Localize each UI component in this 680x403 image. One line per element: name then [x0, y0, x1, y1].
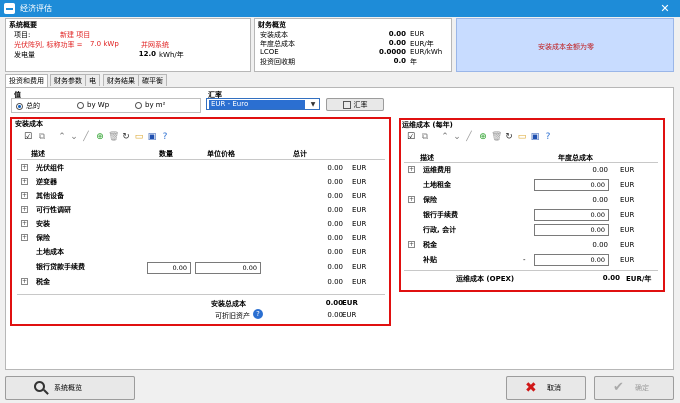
zero-cost-warning: 安装成本金额为零 — [538, 43, 594, 51]
radio-total[interactable]: 总的 — [16, 101, 40, 111]
financial-overview-heading: 财务概览 — [258, 21, 286, 29]
grid-system-label: 并网系统 — [141, 41, 169, 49]
financial-overview-panel: 财务概览 安装成本 0.00 EUR 年度总成本 0.00 EUR/年 LCOE… — [254, 18, 452, 72]
window-title: 经济评估 — [20, 4, 52, 13]
tab-investment[interactable]: 投资和费用 — [5, 74, 48, 87]
system-summary-heading: 系统概要 — [9, 21, 37, 29]
tab-electricity[interactable]: 电 — [85, 74, 100, 86]
pv-array-label: 光伏阵列, 标称功率 = — [14, 41, 83, 49]
ok-button[interactable]: ✔ 确定 — [594, 376, 674, 400]
check-icon: ✔ — [613, 380, 624, 395]
app-icon — [4, 3, 15, 14]
radio-by-m2[interactable]: by m² — [135, 101, 165, 109]
close-icon[interactable]: ✕ — [656, 0, 674, 17]
tab-financial-params[interactable]: 财务参数 — [50, 74, 86, 86]
currency-group: 汇率 EUR - Euro ▼ 汇率 — [206, 90, 386, 114]
calculator-icon — [342, 101, 351, 109]
warning-panel: 安装成本金额为零 — [456, 18, 674, 72]
project-label: 项目: — [14, 31, 31, 39]
cancel-button[interactable]: ✖ 取消 — [506, 376, 586, 400]
install-highlight-frame — [10, 117, 391, 326]
energy-value: 12.0 — [138, 50, 156, 58]
project-value: 新建 项目 — [60, 31, 91, 39]
energy-unit: kWh/年 — [159, 51, 184, 59]
tab-carbon-balance[interactable]: 碳平衡 — [138, 74, 167, 86]
pv-array-value: 7.0 kWp — [90, 40, 119, 48]
system-summary-panel: 系统概要 项目: 新建 项目 光伏阵列, 标称功率 = 7.0 kWp 并网系统… — [5, 18, 251, 72]
exchange-rate-button[interactable]: 汇率 — [326, 98, 384, 111]
radio-by-wp[interactable]: by Wp — [77, 101, 109, 109]
currency-selected: EUR - Euro — [209, 100, 305, 109]
currency-select[interactable]: EUR - Euro ▼ — [206, 98, 320, 110]
values-group: 值 总的 by Wp by m² — [11, 90, 201, 114]
title-bar: 经济评估 ✕ — [0, 0, 680, 17]
close-icon: ✖ — [525, 380, 537, 396]
tab-financial-results[interactable]: 财务结果 — [103, 74, 139, 86]
energy-label: 发电量 — [14, 51, 35, 59]
chevron-down-icon[interactable]: ▼ — [308, 100, 318, 109]
operating-highlight-frame — [399, 118, 665, 292]
system-overview-button[interactable]: 系统概览 — [5, 376, 135, 400]
tab-bar: 投资和费用 财务参数 电 财务结果 碳平衡 — [5, 74, 305, 88]
